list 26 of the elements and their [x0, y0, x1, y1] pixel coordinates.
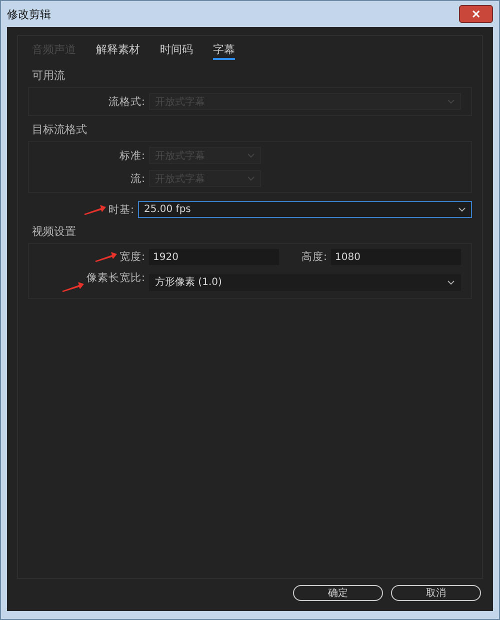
tab[interactable]: 时间码 — [160, 42, 193, 60]
field-label: 宽度: — [119, 250, 145, 264]
width-input[interactable]: 1920 — [149, 249, 279, 265]
field-label: 像素长宽比: — [86, 271, 145, 285]
field-label: 流格式: — [107, 94, 145, 108]
section-title: 视频设置 — [32, 224, 77, 239]
field-label: 标准: — [118, 148, 145, 162]
dialog-button[interactable]: 确定 — [293, 585, 383, 601]
close-button[interactable]: ✕ — [459, 5, 493, 23]
field-label: 高度: — [301, 250, 327, 264]
dropdown-field[interactable]: 方形像素 (1.0) — [149, 274, 461, 290]
height-input[interactable]: 1080 — [331, 249, 461, 265]
chevron-down-icon — [447, 280, 455, 284]
dropdown-field[interactable]: 25.00 fps — [138, 201, 472, 218]
chevron-down-icon — [447, 99, 455, 104]
tab[interactable]: 字幕 — [213, 42, 235, 60]
section-title: 目标流格式 — [32, 122, 88, 137]
dialog-button[interactable]: 取消 — [391, 585, 481, 601]
tab[interactable]: 解释素材 — [96, 42, 140, 60]
chevron-down-icon — [247, 153, 255, 158]
chevron-down-icon — [247, 176, 255, 181]
section-title: 可用流 — [32, 68, 66, 83]
field-label: 时基: — [108, 202, 134, 216]
window-title: 修改剪辑 — [7, 6, 51, 22]
field-label: 流: — [129, 172, 145, 186]
chevron-down-icon — [458, 207, 466, 212]
